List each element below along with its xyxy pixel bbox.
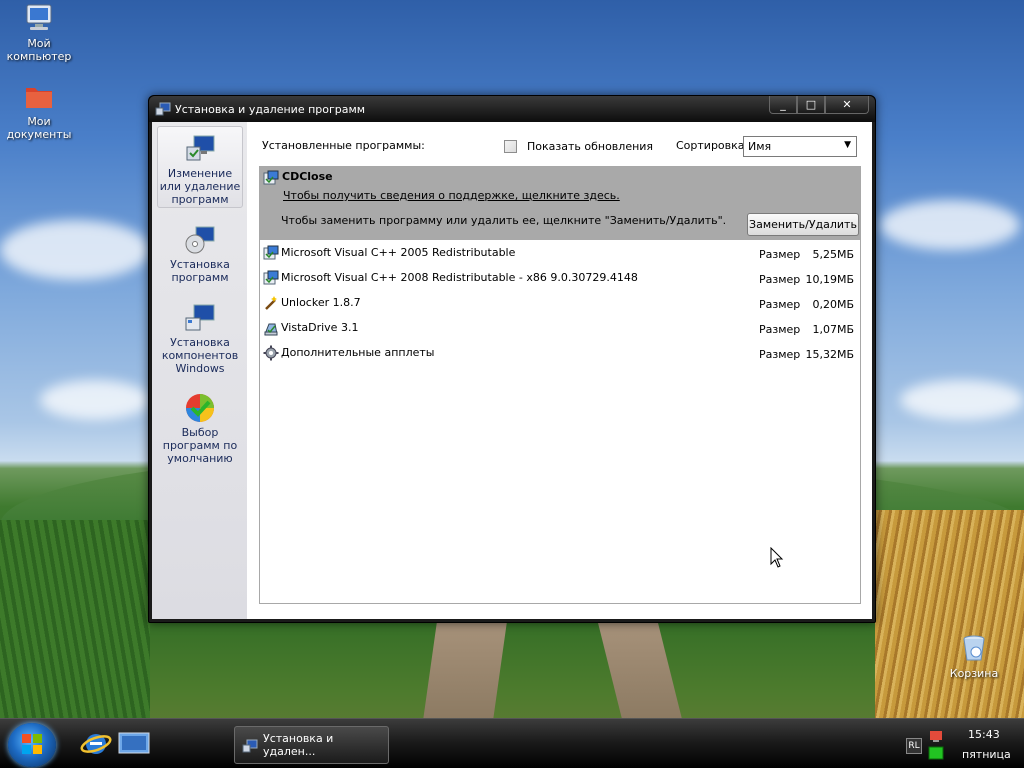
default-programs-icon (184, 392, 216, 424)
program-size: 0,20МБ (812, 298, 854, 311)
desktop-icon-recycle-bin[interactable]: Корзина (936, 632, 1012, 680)
selected-program-name: CDClose (282, 170, 333, 183)
start-button[interactable] (8, 723, 56, 767)
window-titlebar[interactable]: Установка и удаление программ _ □ ✕ (149, 96, 875, 122)
network-icon[interactable] (928, 728, 944, 744)
documents-folder-icon (23, 80, 55, 112)
clock-time[interactable]: 15:43 (968, 728, 1000, 741)
add-remove-programs-window: Установка и удаление программ _ □ ✕ Изме… (148, 95, 876, 623)
background-cloud (900, 380, 1024, 420)
show-updates-checkbox-row[interactable]: Показать обновления (504, 140, 653, 153)
change-remove-programs-icon (184, 133, 216, 165)
sidebar-item-change-remove[interactable]: Изменение или удаление программ (157, 126, 243, 208)
add-remove-programs-icon (155, 101, 171, 117)
internet-explorer-icon[interactable] (80, 730, 112, 758)
drive-icon (263, 320, 279, 336)
program-size-label: Размер (759, 348, 801, 361)
program-row[interactable]: Microsoft Visual C++ 2008 Redistributabl… (260, 267, 860, 292)
close-button[interactable]: ✕ (825, 96, 869, 114)
desktop-icon-my-computer[interactable]: Мой компьютер (1, 2, 77, 63)
background-cloud (40, 380, 150, 420)
taskbar-window-label: Установка и удален... (263, 732, 334, 758)
program-size-label: Размер (759, 273, 801, 286)
program-installer-icon (263, 270, 279, 286)
program-name: Дополнительные апплеты (281, 346, 435, 359)
background-cloud (880, 200, 1020, 250)
desktop-icon-label: Мои документы (6, 115, 72, 141)
minimize-button[interactable]: _ (769, 96, 797, 114)
language-indicator[interactable]: RL (906, 738, 922, 754)
program-size-label: Размер (759, 248, 801, 261)
program-row[interactable]: Microsoft Visual C++ 2005 Redistributabl… (260, 242, 860, 267)
background-road (423, 622, 507, 720)
window-client-area: Изменение или удаление программ Установк… (152, 122, 872, 619)
install-programs-icon (184, 224, 216, 256)
program-size-label: Размер (759, 323, 801, 336)
show-updates-checkbox[interactable] (504, 140, 517, 153)
maximize-button[interactable]: □ (797, 96, 825, 114)
desktop-icon-label: Мой компьютер (6, 37, 72, 63)
background-field-right (875, 510, 1024, 720)
recycle-bin-icon (958, 632, 990, 664)
selected-program-row[interactable]: CDClose Чтобы получить сведения о поддер… (260, 167, 860, 240)
sidebar: Изменение или удаление программ Установк… (152, 122, 247, 619)
sidebar-item-label: Установка компонентов Windows (161, 336, 239, 375)
sort-label: Сортировка: (676, 139, 749, 152)
clock-day[interactable]: пятница (962, 748, 1011, 761)
program-name: Unlocker 1.8.7 (281, 296, 361, 309)
sidebar-item-windows-components[interactable]: Установка компонентов Windows (157, 296, 243, 378)
programs-pane: Установленные программы: Показать обновл… (247, 122, 872, 619)
sidebar-item-label: Изменение или удаление программ (159, 167, 241, 206)
desktop-icon-label: Корзина (949, 667, 999, 680)
background-road (597, 622, 683, 720)
program-installer-icon (263, 170, 279, 186)
show-desktop-icon[interactable] (118, 730, 150, 758)
program-name: Microsoft Visual C++ 2005 Redistributabl… (281, 246, 516, 259)
computer-icon (23, 2, 55, 34)
status-green-icon[interactable] (928, 746, 944, 760)
program-installer-icon (263, 245, 279, 261)
background-cloud (0, 220, 150, 280)
system-tray: RL 15:43 пятница (900, 724, 1024, 764)
sort-select[interactable]: Имя ▼ (743, 136, 857, 157)
change-remove-hint: Чтобы заменить программу или удалить ее,… (281, 214, 727, 227)
program-size: 1,07МБ (812, 323, 854, 336)
program-row[interactable]: Unlocker 1.8.7 Размер 0,20МБ (260, 292, 860, 317)
program-size: 10,19МБ (805, 273, 854, 286)
sidebar-item-install[interactable]: Установка программ (157, 218, 243, 288)
taskbar: Установка и удален... RL 15:43 пятница (0, 718, 1024, 768)
programs-list[interactable]: CDClose Чтобы получить сведения о поддер… (259, 166, 861, 604)
change-remove-button[interactable]: Заменить/Удалить (747, 213, 859, 236)
show-updates-label: Показать обновления (527, 140, 654, 153)
desktop-icon-my-documents[interactable]: Мои документы (1, 80, 77, 141)
support-info-link[interactable]: Чтобы получить сведения о поддержке, щел… (283, 189, 620, 202)
program-size: 15,32МБ (805, 348, 854, 361)
program-row[interactable]: Дополнительные апплеты Размер 15,32МБ (260, 342, 860, 367)
program-name: Microsoft Visual C++ 2008 Redistributabl… (281, 271, 638, 284)
installed-programs-label: Установленные программы: (262, 139, 425, 152)
add-remove-programs-icon (242, 738, 258, 754)
chevron-down-icon[interactable]: ▼ (844, 140, 851, 150)
program-name: VistaDrive 3.1 (281, 321, 359, 334)
program-row[interactable]: VistaDrive 3.1 Размер 1,07МБ (260, 317, 860, 342)
sidebar-item-label: Установка программ (170, 258, 230, 284)
gear-icon (263, 345, 279, 361)
windows-logo-icon (22, 734, 42, 754)
program-size-label: Размер (759, 298, 801, 311)
sidebar-item-default-programs[interactable]: Выбор программ по умолчанию (157, 386, 243, 468)
taskbar-window-button[interactable]: Установка и удален... (234, 726, 389, 764)
magic-wand-icon (263, 295, 279, 311)
background-field-left (0, 520, 150, 720)
program-size: 5,25МБ (812, 248, 854, 261)
windows-components-icon (184, 302, 216, 334)
window-title: Установка и удаление программ (175, 103, 366, 116)
sort-selected-value: Имя (748, 140, 772, 153)
sidebar-item-label: Выбор программ по умолчанию (162, 426, 238, 465)
